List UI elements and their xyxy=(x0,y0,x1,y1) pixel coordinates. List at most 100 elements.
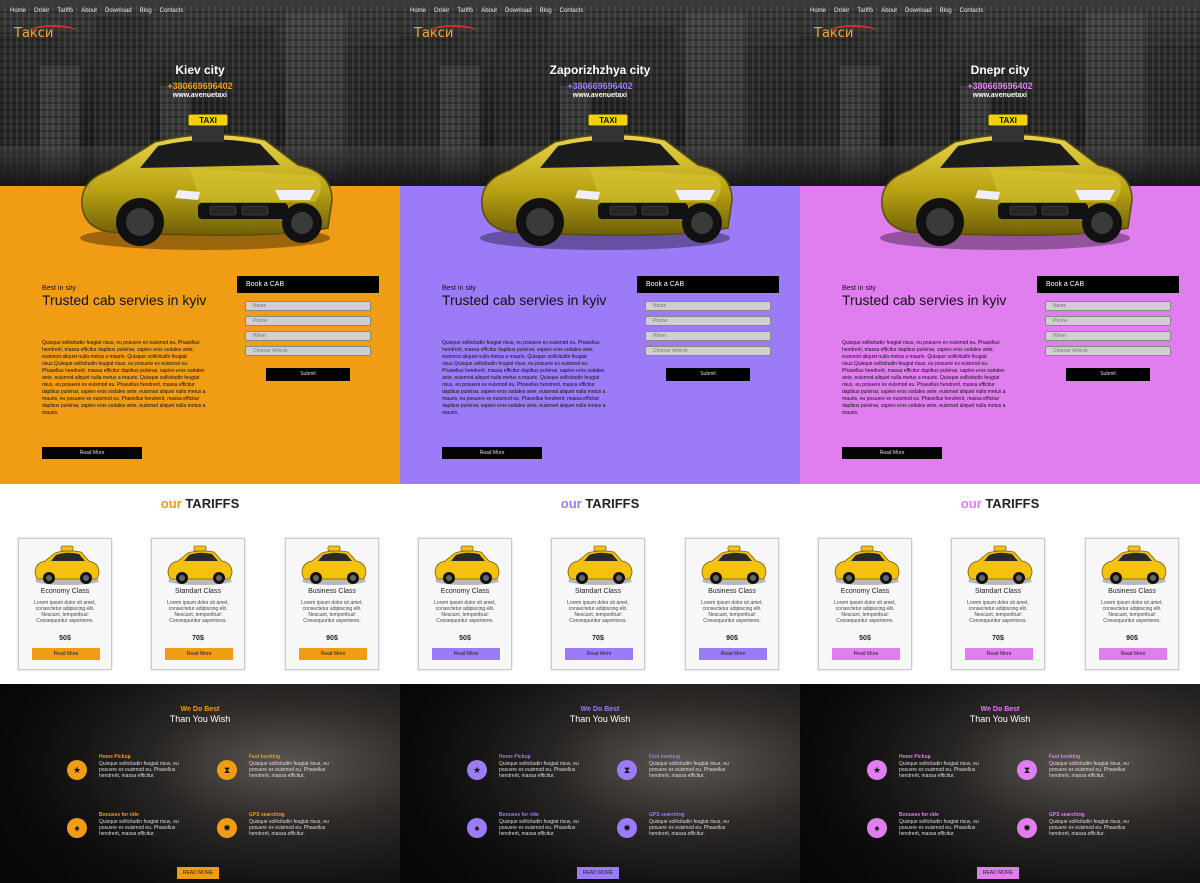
read-more-bottom-button[interactable]: READ MORE xyxy=(177,867,219,879)
tariffs-our: our xyxy=(160,496,182,511)
intro-paragraph: Quisque sollicitudin feugiat risus, eu p… xyxy=(842,340,1006,416)
logo[interactable]: Такси xyxy=(14,26,53,41)
phone-field[interactable]: Phone xyxy=(645,316,771,326)
feature-title: GPS searching xyxy=(649,812,685,818)
vehicle-select[interactable]: Choose Vehicle xyxy=(645,346,771,356)
tariff-read-more-button[interactable]: Read More xyxy=(432,648,500,660)
vehicle-select[interactable]: Choose Vehicle xyxy=(245,346,371,356)
landing-page-variant-2: Home Order Tariffs About Download Blog Contact… xyxy=(400,0,800,883)
nav-item-about[interactable]: About xyxy=(81,8,97,14)
than-you-wish-title: Than You Wish xyxy=(169,714,231,724)
read-more-button[interactable]: Read More xyxy=(842,447,942,459)
feature-title: Bonuses for ride xyxy=(499,812,539,818)
nav-item-home[interactable]: Home xyxy=(10,8,26,14)
when-field[interactable]: When xyxy=(1045,331,1171,341)
nav-item-download[interactable]: Download xyxy=(105,8,132,14)
read-more-button[interactable]: Read More xyxy=(42,447,142,459)
tariff-read-more-button[interactable]: Read More xyxy=(832,648,900,660)
feature-title: Home Pickup xyxy=(99,754,131,760)
tariffs-title: TARIFFS xyxy=(985,496,1040,511)
booking-form-title: Book a CAB xyxy=(237,276,379,293)
logo[interactable]: Такси xyxy=(814,26,853,41)
taxi-car-image: TAXI xyxy=(480,113,733,250)
read-more-bottom-button[interactable]: READ MORE xyxy=(977,867,1019,879)
best-in-city-label: Best in sity xyxy=(842,285,876,292)
feature-text: Quisque sollicitudin feugiat risus, eu p… xyxy=(649,819,729,837)
logo[interactable]: Такси xyxy=(414,26,453,41)
name-field[interactable]: Name xyxy=(1045,301,1171,311)
tariffs-our: our xyxy=(560,496,582,511)
tariff-read-more-button[interactable]: Read More xyxy=(965,648,1033,660)
nav-item-blog[interactable]: Blog xyxy=(940,8,952,14)
nav-item-about[interactable]: About xyxy=(881,8,897,14)
nav-item-download[interactable]: Download xyxy=(505,8,532,14)
nav-item-order[interactable]: Order xyxy=(434,8,449,14)
nav-item-tariffs[interactable]: Tariffs xyxy=(457,8,473,14)
tariff-taxi-image xyxy=(434,545,500,585)
when-field[interactable]: When xyxy=(245,331,371,341)
tariff-description: Lorem ipsum dolor sit amet, consectetur … xyxy=(301,600,363,624)
name-field[interactable]: Name xyxy=(645,301,771,311)
we-do-best-section: We Do Best Than You Wish ★ Home Pickup Qui… xyxy=(800,684,1200,883)
read-more-bottom-button[interactable]: READ MORE xyxy=(577,867,619,879)
nav-item-contacts[interactable]: Contacts xyxy=(160,8,184,14)
nav-item-tariffs[interactable]: Tariffs xyxy=(57,8,73,14)
tariff-price: 50$ xyxy=(459,635,471,642)
nav-item-home[interactable]: Home xyxy=(410,8,426,14)
feature-title: GPS searching xyxy=(249,812,285,818)
nav-item-order[interactable]: Order xyxy=(834,8,849,14)
nav-item-tariffs[interactable]: Tariffs xyxy=(857,8,873,14)
vehicle-select[interactable]: Choose Vehicle xyxy=(1045,346,1171,356)
tariff-name: Standart Class xyxy=(175,588,221,595)
feature-text: Quisque sollicitudin feugiat risus, eu p… xyxy=(899,761,979,779)
gift-icon: ♠ xyxy=(867,818,887,838)
tariff-read-more-button[interactable]: Read More xyxy=(1099,648,1167,660)
submit-button[interactable]: Submit xyxy=(266,368,350,381)
city-title: Dnepr city xyxy=(970,63,1030,77)
star-icon: ★ xyxy=(467,760,487,780)
tariff-description: Lorem ipsum dolor sit amet, consectetur … xyxy=(167,600,229,624)
phone-number[interactable]: +380669696402 xyxy=(400,81,800,91)
nav-item-blog[interactable]: Blog xyxy=(140,8,152,14)
when-field[interactable]: When xyxy=(645,331,771,341)
submit-button[interactable]: Submit xyxy=(1066,368,1150,381)
website-url[interactable]: www.avenuetaxi xyxy=(400,92,800,99)
feature-item: ✹ GPS searching Quisque sollicitudin feugi… xyxy=(1017,812,1147,852)
tariff-price: 70$ xyxy=(592,635,604,642)
nav-item-order[interactable]: Order xyxy=(34,8,49,14)
feature-title: Bonuses for ride xyxy=(899,812,939,818)
nav-item-contacts[interactable]: Contacts xyxy=(560,8,584,14)
nav-item-download[interactable]: Download xyxy=(905,8,932,14)
taxi-sign-text: TAXI xyxy=(999,116,1017,125)
tariff-read-more-button[interactable]: Read More xyxy=(32,648,100,660)
tariff-price: 70$ xyxy=(992,635,1004,642)
tariff-read-more-button[interactable]: Read More xyxy=(165,648,233,660)
phone-field[interactable]: Phone xyxy=(1045,316,1171,326)
tariff-read-more-button[interactable]: Read More xyxy=(699,648,767,660)
read-more-button[interactable]: Read More xyxy=(442,447,542,459)
feature-text: Quisque sollicitudin feugiat risus, eu p… xyxy=(99,819,179,837)
website-url[interactable]: www.avenuetaxi xyxy=(0,92,400,99)
nav-item-blog[interactable]: Blog xyxy=(540,8,552,14)
nav-item-home[interactable]: Home xyxy=(810,8,826,14)
main-nav: Home Order Tariffs About Download Blog Contact… xyxy=(410,8,583,14)
booking-form-title: Book a CAB xyxy=(1037,276,1179,293)
tariff-name: Business Class xyxy=(1108,588,1156,595)
phone-number[interactable]: +380669696402 xyxy=(0,81,400,91)
we-do-best-title: We Do Best xyxy=(580,706,620,713)
phone-field[interactable]: Phone xyxy=(245,316,371,326)
city-title: Zaporizhzhya city xyxy=(549,63,651,77)
name-field[interactable]: Name xyxy=(245,301,371,311)
tariff-price: 90$ xyxy=(726,635,738,642)
tariff-read-more-button[interactable]: Read More xyxy=(299,648,367,660)
tariff-taxi-image xyxy=(301,545,367,585)
submit-button[interactable]: Submit xyxy=(666,368,750,381)
we-do-best-section: We Do Best Than You Wish ★ Home Pickup Qui… xyxy=(0,684,400,883)
landing-page-variant-1: Home Order Tariffs About Download Blog Contact… xyxy=(0,0,400,883)
nav-item-contacts[interactable]: Contacts xyxy=(960,8,984,14)
nav-item-about[interactable]: About xyxy=(481,8,497,14)
feature-title: GPS searching xyxy=(1049,812,1085,818)
tariff-read-more-button[interactable]: Read More xyxy=(565,648,633,660)
website-url[interactable]: www.avenuetaxi xyxy=(800,92,1200,99)
phone-number[interactable]: +380669696402 xyxy=(800,81,1200,91)
